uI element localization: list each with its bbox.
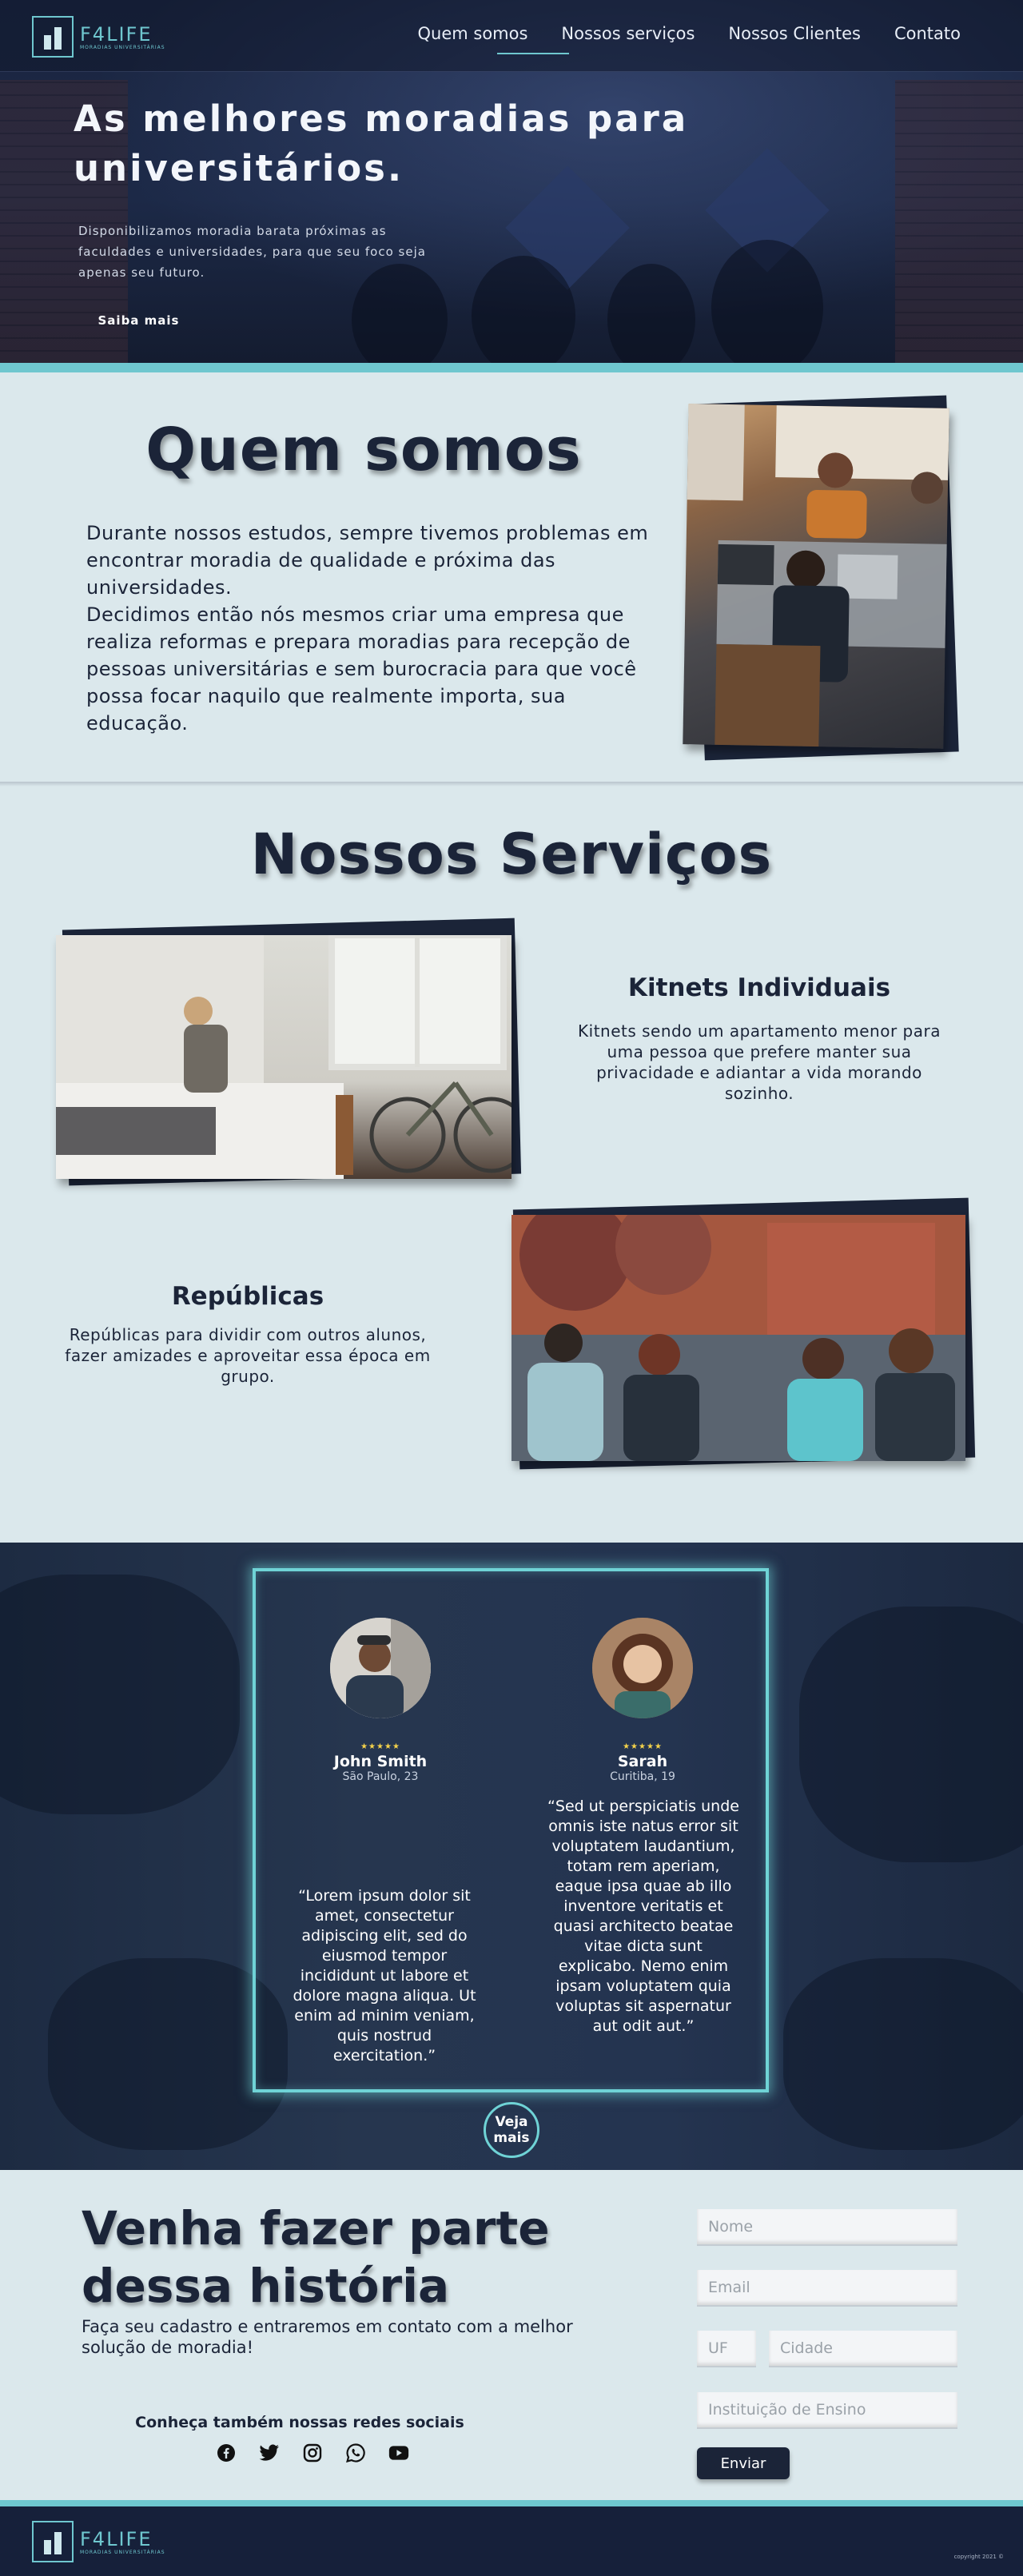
youtube-icon[interactable] (388, 2443, 409, 2463)
veja-mais-button[interactable]: Veja mais (484, 2102, 539, 2158)
email-input[interactable] (697, 2270, 957, 2307)
hero-crowd-silhouette (607, 264, 695, 363)
kitnets-description: Kitnets sendo um apartamento menor para … (578, 1021, 941, 1103)
brand-tagline: MORADIAS UNIVERSITÁRIAS (80, 44, 165, 50)
footer-accent-divider (0, 2500, 1023, 2506)
avatar (592, 1618, 693, 1718)
brand-logo[interactable]: F4LIFE MORADIAS UNIVERSITÁRIAS (32, 16, 165, 58)
top-navbar: F4LIFE MORADIAS UNIVERSITÁRIAS Quem somo… (0, 0, 1023, 72)
testimonial-sarah: ★★★★★ Sarah Curitiba, 19 (531, 1618, 754, 1783)
nav-link-nossos-servicos[interactable]: Nossos serviços (561, 24, 695, 43)
testimonial-john: ★★★★★ John Smith São Paulo, 23 (269, 1618, 492, 1783)
avatar (330, 1618, 431, 1718)
facebook-icon[interactable] (216, 2443, 237, 2463)
city-input[interactable] (769, 2331, 957, 2367)
uf-input[interactable] (697, 2331, 756, 2367)
hero-background-wall (895, 80, 1023, 363)
brand-name: F4LIFE (80, 2527, 153, 2550)
students-studying-photo (683, 404, 949, 749)
testimonial-quote: “Sed ut perspiciatis unde omnis iste nat… (547, 1798, 739, 2035)
nav-link-nossos-clientes[interactable]: Nossos Clientes (728, 24, 861, 43)
about-title: Quem somos (145, 416, 582, 484)
testimonial-name: John Smith (333, 1753, 428, 1770)
instagram-icon[interactable] (302, 2443, 323, 2463)
twitter-icon[interactable] (259, 2443, 280, 2463)
about-title-wrap: Quem somos (0, 416, 727, 484)
brand-name: F4LIFE (80, 22, 153, 46)
hero-accent-divider (0, 363, 1023, 372)
nav-link-contato[interactable]: Contato (894, 24, 961, 43)
nav-link-quem-somos[interactable]: Quem somos (417, 24, 570, 54)
whatsapp-icon[interactable] (345, 2443, 366, 2463)
cta-subtitle: Faça seu cadastro e entraremos em contat… (82, 2317, 573, 2357)
logo-bars-icon (32, 2521, 74, 2562)
brand-tagline: MORADIAS UNIVERSITÁRIAS (80, 2549, 165, 2555)
cta-title: Venha fazer parte dessa história (82, 2201, 550, 2313)
hero-crowd-silhouette (711, 240, 823, 363)
submit-button[interactable]: Enviar (697, 2447, 790, 2479)
testimonials-card: ★★★★★ John Smith São Paulo, 23 “Lorem ip… (253, 1568, 769, 2092)
section-divider (0, 782, 1023, 786)
testimonials-section: ★★★★★ John Smith São Paulo, 23 “Lorem ip… (0, 1543, 1023, 2170)
social-title: Conheça também nossas redes sociais (135, 2414, 464, 2431)
hero-title: As melhores moradias para universitários… (74, 98, 689, 189)
rating-stars: ★★★★★ (360, 1742, 400, 1751)
name-input[interactable] (697, 2209, 957, 2246)
hero-description: Disponibilizamos moradia barata próximas… (78, 224, 426, 280)
saiba-mais-button[interactable]: Saiba mais (77, 305, 201, 336)
social-links (216, 2443, 409, 2463)
institution-input[interactable] (697, 2392, 957, 2429)
kitnets-title: Kitnets Individuais (627, 973, 891, 1002)
testimonial-location: São Paulo, 23 (342, 1770, 419, 1783)
about-text: Durante nossos estudos, sempre tivemos p… (86, 522, 649, 735)
footer: F4LIFE MORADIAS UNIVERSITÁRIAS copyright… (0, 2506, 1023, 2576)
services-title-wrap: Nossos Serviços (0, 822, 1023, 887)
footer-logo[interactable]: F4LIFE MORADIAS UNIVERSITÁRIAS (32, 2521, 165, 2562)
testimonial-quote: “Lorem ipsum dolor sit amet, consectetur… (293, 1887, 476, 2064)
kitnet-bedroom-photo (56, 935, 512, 1179)
services-title: Nossos Serviços (250, 822, 773, 887)
republicas-title: Repúblicas (171, 1282, 324, 1311)
students-walking-photo (512, 1215, 965, 1461)
logo-bars-icon (32, 16, 74, 58)
copyright-text: copyright 2021 © (953, 2554, 1004, 2560)
hero-section: F4LIFE MORADIAS UNIVERSITÁRIAS Quem somo… (0, 0, 1023, 363)
testimonial-name: Sarah (617, 1753, 668, 1770)
nav-links: Quem somos Nossos serviços Nossos Client… (417, 24, 961, 54)
rating-stars: ★★★★★ (623, 1742, 663, 1751)
testimonial-location: Curitiba, 19 (610, 1770, 675, 1783)
republicas-description: Repúblicas para dividir com outros aluno… (65, 1325, 431, 1386)
